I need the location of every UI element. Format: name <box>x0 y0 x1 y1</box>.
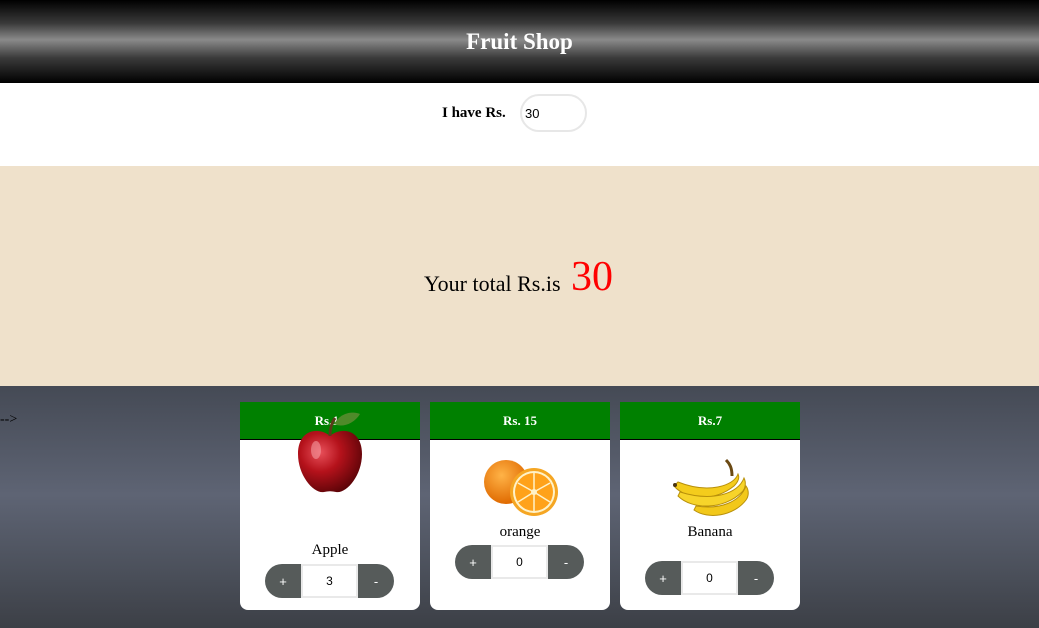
total-panel: Your total Rs.is 30 <box>0 166 1039 386</box>
budget-input[interactable] <box>520 94 587 132</box>
decrement-button[interactable]: - <box>548 545 584 579</box>
product-area: --> Rs.10 Apple + 3 - Rs. 15 orange + 0 … <box>0 386 1039 628</box>
app-header: Fruit Shop <box>0 0 1039 83</box>
price-header: Rs. 15 <box>430 402 610 440</box>
banana-icon <box>620 456 800 522</box>
product-name: Banana <box>687 524 733 540</box>
orange-icon <box>430 456 610 518</box>
price-header: Rs.7 <box>620 402 800 440</box>
increment-button[interactable]: + <box>265 564 301 598</box>
quantity-stepper: + 3 - <box>265 564 394 598</box>
quantity-field[interactable]: 0 <box>681 561 738 595</box>
decrement-button[interactable]: - <box>738 561 774 595</box>
product-card-apple: Rs.10 Apple + 3 - <box>240 402 420 610</box>
product-name: Apple <box>311 542 349 558</box>
increment-button[interactable]: + <box>645 561 681 595</box>
total-value: 30 <box>571 254 613 300</box>
apple-icon <box>240 406 420 496</box>
quantity-stepper: + 0 - <box>645 561 774 595</box>
product-name: orange <box>499 524 541 540</box>
total-label: Your total Rs.is <box>424 271 561 296</box>
budget-label: I have Rs. <box>442 105 506 121</box>
stray-comment-text: --> <box>0 412 18 427</box>
quantity-field[interactable]: 0 <box>491 545 548 579</box>
page-title: Fruit Shop <box>466 28 573 54</box>
product-card-banana: Rs.7 Banana + 0 - <box>620 402 800 610</box>
product-card-orange: Rs. 15 orange + 0 - <box>430 402 610 610</box>
quantity-field[interactable]: 3 <box>301 564 358 598</box>
budget-row: I have Rs. <box>0 83 1039 166</box>
quantity-stepper: + 0 - <box>455 545 584 579</box>
increment-button[interactable]: + <box>455 545 491 579</box>
decrement-button[interactable]: - <box>358 564 394 598</box>
